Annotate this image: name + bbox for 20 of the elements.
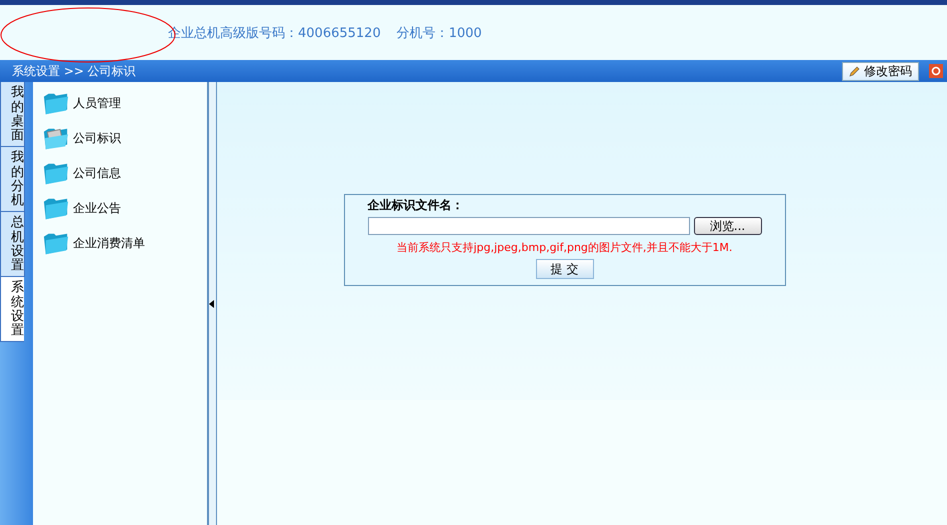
side-tab[interactable]: 总机设置 bbox=[0, 212, 25, 277]
file-type-notice: 当前系统只支持jpg,jpeg,bmp,gif,png的图片文件,并且不能大于1M. bbox=[396, 240, 734, 255]
file-input-field[interactable] bbox=[368, 217, 690, 235]
side-tab[interactable]: 我的分机 bbox=[0, 147, 25, 212]
close-icon[interactable] bbox=[929, 64, 943, 78]
tree-item[interactable]: 企业公告 bbox=[33, 191, 207, 226]
collapse-arrow-icon[interactable] bbox=[209, 300, 214, 308]
extension-number: 分机号：1000 bbox=[396, 24, 482, 42]
submit-button[interactable]: 提 交 bbox=[536, 259, 594, 279]
side-tab[interactable]: 我的桌面 bbox=[0, 82, 25, 147]
tree-item[interactable]: 人员管理 bbox=[33, 86, 207, 121]
side-tab[interactable]: 系统设置 bbox=[0, 277, 24, 342]
file-name-label: 企业标识文件名： bbox=[368, 197, 464, 214]
browse-button[interactable]: 浏览... bbox=[694, 217, 762, 235]
change-password-button[interactable]: 修改密码 bbox=[842, 62, 919, 80]
tree-item[interactable]: 企业消费清单 bbox=[33, 226, 207, 261]
breadcrumb: 系统设置 >> 公司标识 bbox=[12, 62, 137, 80]
pencil-icon bbox=[849, 66, 860, 76]
tree-item[interactable]: 公司信息 bbox=[33, 156, 207, 191]
tree-item[interactable]: 公司标识 bbox=[33, 121, 207, 156]
